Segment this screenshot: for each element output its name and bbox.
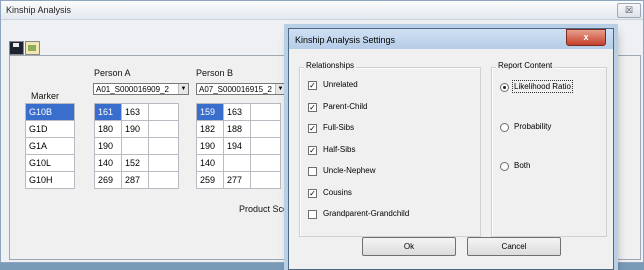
person-b-allele-cell[interactable]: 194	[223, 137, 251, 155]
checkbox-label: Half-Sibs	[323, 144, 356, 154]
table-row: 161 163	[94, 103, 179, 121]
close-dialog-icon[interactable]: x	[566, 29, 606, 46]
marker-cell[interactable]: G10B	[25, 103, 75, 121]
checkbox-full-sibs[interactable]: ✓	[308, 124, 317, 133]
chevron-down-icon: ▼	[178, 84, 188, 94]
table-row: 259 277	[196, 171, 281, 189]
table-row: 190 194	[196, 137, 281, 155]
settings-dialog: Kinship Analysis Settings x Relationship…	[288, 28, 614, 270]
table-row: G1D	[25, 120, 75, 138]
save-icon[interactable]	[9, 41, 24, 55]
person-a-empty-cell[interactable]	[148, 171, 179, 189]
close-window-icon[interactable]: ☒	[617, 3, 641, 18]
chevron-down-icon: ▼	[275, 84, 285, 94]
checkbox-label: Grandparent-Grandchild	[323, 209, 410, 218]
table-row: G10B	[25, 103, 75, 121]
person-a-empty-cell[interactable]	[148, 137, 179, 155]
table-row: 180 190	[94, 120, 179, 138]
checkbox-parent-child[interactable]: ✓	[308, 102, 317, 112]
cancel-button[interactable]: Cancel	[467, 237, 561, 256]
checkbox-half-sibs[interactable]: ✓	[308, 145, 317, 155]
marker-cell[interactable]: G10L	[25, 154, 75, 172]
person-a-label: Person A	[94, 68, 131, 78]
person-b-allele-cell[interactable]: 182	[196, 120, 224, 138]
person-b-empty-cell[interactable]	[250, 171, 281, 189]
radio-both[interactable]	[500, 162, 509, 171]
person-a-sample: A01_S000016909_2	[96, 85, 169, 94]
person-b-allele-cell[interactable]: 188	[223, 120, 251, 138]
checkbox-cousins[interactable]: ✓	[308, 188, 317, 198]
checkbox-grandparent-grandchild[interactable]	[308, 210, 317, 219]
person-b-empty-cell[interactable]	[250, 137, 281, 155]
person-a-allele-cell[interactable]: 287	[121, 171, 149, 189]
person-b-allele-cell[interactable]	[223, 154, 251, 172]
table-row: 182 188	[196, 120, 281, 138]
person-a-empty-cell[interactable]	[148, 120, 179, 138]
radio-label: Likelihood Ratio	[512, 80, 573, 93]
person-b-label: Person B	[196, 68, 234, 78]
person-a-empty-cell[interactable]	[148, 103, 179, 121]
person-b-allele-cell[interactable]: 190	[196, 137, 224, 155]
person-b-allele-cell[interactable]: 259	[196, 171, 224, 189]
person-a-allele-cell[interactable]: 152	[121, 154, 149, 172]
person-a-allele-cell[interactable]: 190	[121, 120, 149, 138]
person-a-allele-cell[interactable]: 190	[94, 137, 122, 155]
checkbox-label: Cousins	[323, 187, 352, 197]
person-b-empty-cell[interactable]	[250, 120, 281, 138]
radio-likelihood-ratio[interactable]	[500, 83, 509, 92]
radio-label: Probability	[514, 122, 552, 131]
person-b-empty-cell[interactable]	[250, 154, 281, 172]
table-row: G10H	[25, 171, 75, 189]
person-a-allele-cell[interactable]: 180	[94, 120, 122, 138]
checkbox-unrelated[interactable]: ✓	[308, 81, 317, 90]
person-a-allele-cell[interactable]: 163	[121, 103, 149, 121]
open-icon[interactable]	[25, 41, 40, 55]
marker-cell[interactable]: G1D	[25, 120, 75, 138]
person-a-allele-cell[interactable]: 161	[94, 103, 122, 121]
table-row: 269 287	[94, 171, 179, 189]
checkbox-uncle-nephew[interactable]	[308, 167, 317, 176]
person-a-allele-cell[interactable]: 269	[94, 171, 122, 189]
marker-cell[interactable]: G10H	[25, 171, 75, 189]
marker-cell[interactable]: G1A	[25, 137, 75, 155]
person-a-empty-cell[interactable]	[148, 154, 179, 172]
person-b-allele-cell[interactable]: 277	[223, 171, 251, 189]
radio-probability[interactable]	[500, 123, 509, 132]
person-a-allele-cell[interactable]: 140	[94, 154, 122, 172]
table-row: G1A	[25, 137, 75, 155]
person-a-grid: 161 163 180 190 190 140 152 269 287	[94, 103, 179, 189]
person-b-select[interactable]: A07_S000016915_2 ▼	[196, 83, 286, 95]
window-title: Kinship Analysis	[6, 5, 72, 15]
marker-header: Marker	[31, 91, 60, 101]
report-content-group: Report Content Likelihood Ratio Probabili…	[491, 61, 607, 237]
checkbox-label: Full-Sibs	[323, 123, 355, 132]
table-row: 140	[196, 154, 281, 172]
ok-button[interactable]: Ok	[362, 237, 456, 256]
table-row: 159 163	[196, 103, 281, 121]
window-title-bar: Kinship Analysis ☒	[1, 1, 643, 20]
relationships-group: Relationships ✓ Unrelated ✓ Parent-Child ✓ Fu…	[299, 61, 481, 237]
person-a-allele-cell[interactable]	[121, 137, 149, 155]
checkbox-label: Parent-Child	[323, 101, 368, 111]
person-b-sample: A07_S000016915_2	[199, 85, 272, 94]
table-row: G10L	[25, 154, 75, 172]
person-b-grid: 159 163 182 188 190 194 140 259 277	[196, 103, 281, 189]
person-b-allele-cell[interactable]: 159	[196, 103, 224, 121]
dialog-title: Kinship Analysis Settings	[295, 35, 396, 45]
dialog-title-bar: Kinship Analysis Settings x	[289, 29, 613, 49]
table-row: 190	[94, 137, 179, 155]
person-b-empty-cell[interactable]	[250, 103, 281, 121]
report-content-legend: Report Content	[496, 61, 555, 70]
relationships-legend: Relationships	[304, 61, 357, 70]
marker-grid: G10B G1D G1A G10L G10H	[25, 103, 75, 189]
table-row: 140 152	[94, 154, 179, 172]
person-a-select[interactable]: A01_S000016909_2 ▼	[93, 83, 189, 95]
person-b-allele-cell[interactable]: 163	[223, 103, 251, 121]
checkbox-label: Unrelated	[323, 80, 358, 89]
person-b-allele-cell[interactable]: 140	[196, 154, 224, 172]
radio-label: Both	[514, 161, 531, 170]
checkbox-label: Uncle-Nephew	[323, 166, 376, 175]
